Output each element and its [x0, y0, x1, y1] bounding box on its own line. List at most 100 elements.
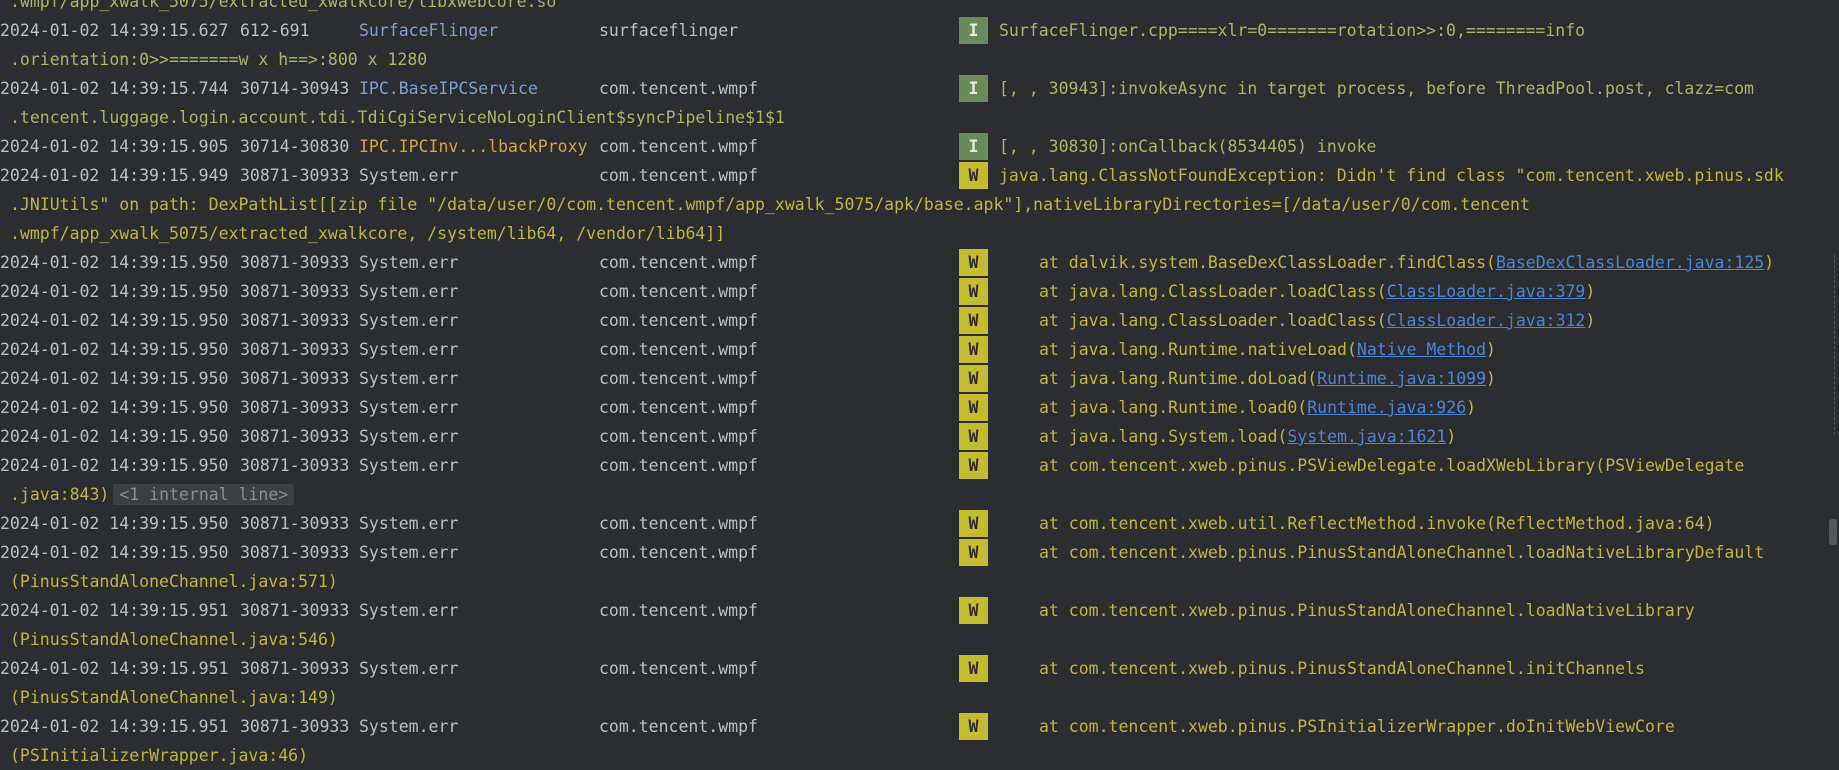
log-message-text: at java.lang.Runtime.load0( [1039, 398, 1308, 417]
log-timestamp: 2024-01-02 14:39:15.950 [0, 514, 229, 533]
log-package: com.tencent.wmpf [599, 79, 758, 98]
log-row[interactable]: 2024-01-02 14:39:15.950 30871-30933 System… [0, 277, 1820, 306]
stacktrace-link[interactable]: Runtime.java:926 [1307, 398, 1466, 417]
log-row[interactable]: 2024-01-02 14:39:15.951 30871-30933 System… [0, 712, 1820, 741]
log-pid-tid: 30714-30830 [240, 137, 350, 156]
log-message-text: at com.tencent.xweb.util.ReflectMethod.i… [1039, 514, 1715, 533]
log-package: com.tencent.wmpf [599, 601, 758, 620]
log-package: com.tencent.wmpf [599, 311, 758, 330]
stacktrace-link[interactable]: BaseDexClassLoader.java:125 [1496, 253, 1764, 272]
log-row-continuation: .orientation:0>>=======w x h==>:800 x 12… [0, 45, 1820, 74]
log-message: at com.tencent.xweb.pinus.PinusStandAlon… [1039, 538, 1764, 567]
log-row[interactable]: 2024-01-02 14:39:15.950 30871-30933 System… [0, 364, 1820, 393]
log-level-badge: I [959, 17, 988, 44]
log-tag: System.err [359, 601, 459, 620]
log-timestamp: 2024-01-02 14:39:15.950 [0, 427, 229, 446]
log-level-badge: W [959, 162, 988, 189]
log-message-text: at com.tencent.xweb.pinus.PinusStandAlon… [1039, 543, 1765, 562]
log-tag: System.err [359, 282, 459, 301]
log-message-continuation: .JNIUtils" on path: DexPathList[[zip fil… [10, 190, 1530, 219]
log-timestamp: 2024-01-02 14:39:15.950 [0, 311, 229, 330]
log-message: [, , 30943]:invokeAsync in target proces… [999, 74, 1754, 103]
log-message: SurfaceFlinger.cpp====xlr=0=======rotati… [999, 16, 1585, 45]
stacktrace-link[interactable]: Runtime.java:1099 [1317, 369, 1486, 388]
log-timestamp: 2024-01-02 14:39:15.627 [0, 21, 229, 40]
log-message-suffix: ) [1486, 369, 1496, 388]
log-row-continuation: .java:843) <1 internal line> [0, 480, 1820, 509]
log-tag: System.err [359, 311, 459, 330]
log-row[interactable]: 2024-01-02 14:39:15.949 30871-30933 System… [0, 161, 1820, 190]
log-level-badge: W [959, 336, 988, 363]
log-package: com.tencent.wmpf [599, 456, 758, 475]
log-message: at java.lang.Runtime.doLoad(Runtime.java… [1039, 364, 1496, 393]
log-row[interactable]: 2024-01-02 14:39:15.951 30871-30933 System… [0, 596, 1820, 625]
log-package: com.tencent.wmpf [599, 340, 758, 359]
log-message: at java.lang.Runtime.load0(Runtime.java:… [1039, 393, 1476, 422]
log-message-text: (PinusStandAloneChannel.java:546) [10, 630, 338, 649]
log-row-continuation: .tencent.luggage.login.account.tdi.TdiCg… [0, 103, 1820, 132]
log-pid-tid: 30714-30943 [240, 79, 350, 98]
log-timestamp: 2024-01-02 14:39:15.951 [0, 601, 229, 620]
log-pid-tid: 30871-30933 [240, 659, 350, 678]
log-message-continuation: (PinusStandAloneChannel.java:149) [10, 683, 338, 712]
log-tag: SurfaceFlinger [359, 21, 499, 40]
stacktrace-link[interactable]: ClassLoader.java:312 [1387, 311, 1586, 330]
log-row[interactable]: 2024-01-02 14:39:15.950 30871-30933 System… [0, 306, 1820, 335]
logcat-output: .wmpf/app_xwalk_5075/extracted_xwalkcore… [0, 0, 1820, 770]
log-package: com.tencent.wmpf [599, 166, 758, 185]
log-level-badge: W [959, 278, 988, 305]
log-level-badge: W [959, 655, 988, 682]
log-row[interactable]: 2024-01-02 14:39:15.950 30871-30933 System… [0, 335, 1820, 364]
log-timestamp: 2024-01-02 14:39:15.951 [0, 717, 229, 736]
log-row-continuation: (PinusStandAloneChannel.java:546) [0, 625, 1820, 654]
log-message-text: at java.lang.ClassLoader.loadClass( [1039, 282, 1387, 301]
log-row[interactable]: 2024-01-02 14:39:15.950 30871-30933 System… [0, 248, 1820, 277]
log-row[interactable]: 2024-01-02 14:39:15.951 30871-30933 System… [0, 654, 1820, 683]
log-message-text: (PinusStandAloneChannel.java:571) [10, 572, 338, 591]
log-pid-tid: 30871-30933 [240, 717, 350, 736]
stacktrace-link[interactable]: Native Method [1357, 340, 1486, 359]
log-tag: IPC.IPCInv...lbackProxy [359, 137, 588, 156]
log-message: at dalvik.system.BaseDexClassLoader.find… [1039, 248, 1774, 277]
log-row[interactable]: 2024-01-02 14:39:15.950 30871-30933 System… [0, 393, 1820, 422]
log-pid-tid: 30871-30933 [240, 398, 350, 417]
log-row[interactable]: 2024-01-02 14:39:15.744 30714-30943 IPC.Ba… [0, 74, 1820, 103]
log-row-continuation: (PinusStandAloneChannel.java:149) [0, 683, 1820, 712]
log-message-continuation: (PinusStandAloneChannel.java:571) [10, 567, 338, 596]
log-timestamp: 2024-01-02 14:39:15.950 [0, 340, 229, 359]
log-package: com.tencent.wmpf [599, 253, 758, 272]
log-level-badge: W [959, 394, 988, 421]
log-message-text: at com.tencent.xweb.pinus.PinusStandAlon… [1039, 659, 1645, 678]
log-message-continuation: .wmpf/app_xwalk_5075/extracted_xwalkcore… [10, 224, 726, 243]
log-pid-tid: 30871-30933 [240, 514, 350, 533]
log-tag: System.err [359, 456, 459, 475]
internal-lines-fold[interactable]: <1 internal line> [113, 484, 295, 505]
log-row[interactable]: 2024-01-02 14:39:15.950 30871-30933 System… [0, 538, 1820, 567]
log-message-suffix: ) [1446, 427, 1457, 446]
log-message: at com.tencent.xweb.util.ReflectMethod.i… [1039, 509, 1715, 538]
log-row[interactable]: 2024-01-02 14:39:15.627 612-691 SurfaceFli… [0, 16, 1820, 45]
log-message-text: SurfaceFlinger.cpp====xlr=0=======rotati… [999, 21, 1586, 40]
log-timestamp: 2024-01-02 14:39:15.951 [0, 659, 229, 678]
log-row[interactable]: 2024-01-02 14:39:15.950 30871-30933 System… [0, 509, 1820, 538]
log-row[interactable]: 2024-01-02 14:39:15.950 30871-30933 System… [0, 422, 1820, 451]
log-message-suffix: ) [1466, 398, 1477, 417]
stacktrace-link[interactable]: ClassLoader.java:379 [1387, 282, 1586, 301]
log-message-text: (PSInitializerWrapper.java:46) [10, 746, 309, 765]
log-level-badge: W [959, 249, 988, 276]
log-message-continuation: (PinusStandAloneChannel.java:546) [10, 625, 338, 654]
scroll-thumb[interactable] [1829, 519, 1837, 545]
log-pid-tid: 30871-30933 [240, 311, 350, 330]
stacktrace-link[interactable]: System.java:1621 [1287, 427, 1446, 446]
vertical-scrollbar[interactable] [1820, 0, 1839, 750]
log-pid-tid: 30871-30933 [240, 427, 350, 446]
log-row-continuation: .wmpf/app_xwalk_5075/extracted_xwalkcore… [0, 219, 1820, 248]
log-row[interactable]: 2024-01-02 14:39:15.905 30714-30830 IPC.IP… [0, 132, 1820, 161]
log-row[interactable]: 2024-01-02 14:39:15.950 30871-30933 System… [0, 451, 1820, 480]
log-level-badge: W [959, 452, 988, 479]
log-tag: System.err [359, 514, 459, 533]
log-tag: System.err [359, 398, 459, 417]
log-tag: System.err [359, 369, 459, 388]
log-message: at java.lang.ClassLoader.loadClass(Class… [1039, 306, 1595, 335]
log-package: com.tencent.wmpf [599, 514, 758, 533]
